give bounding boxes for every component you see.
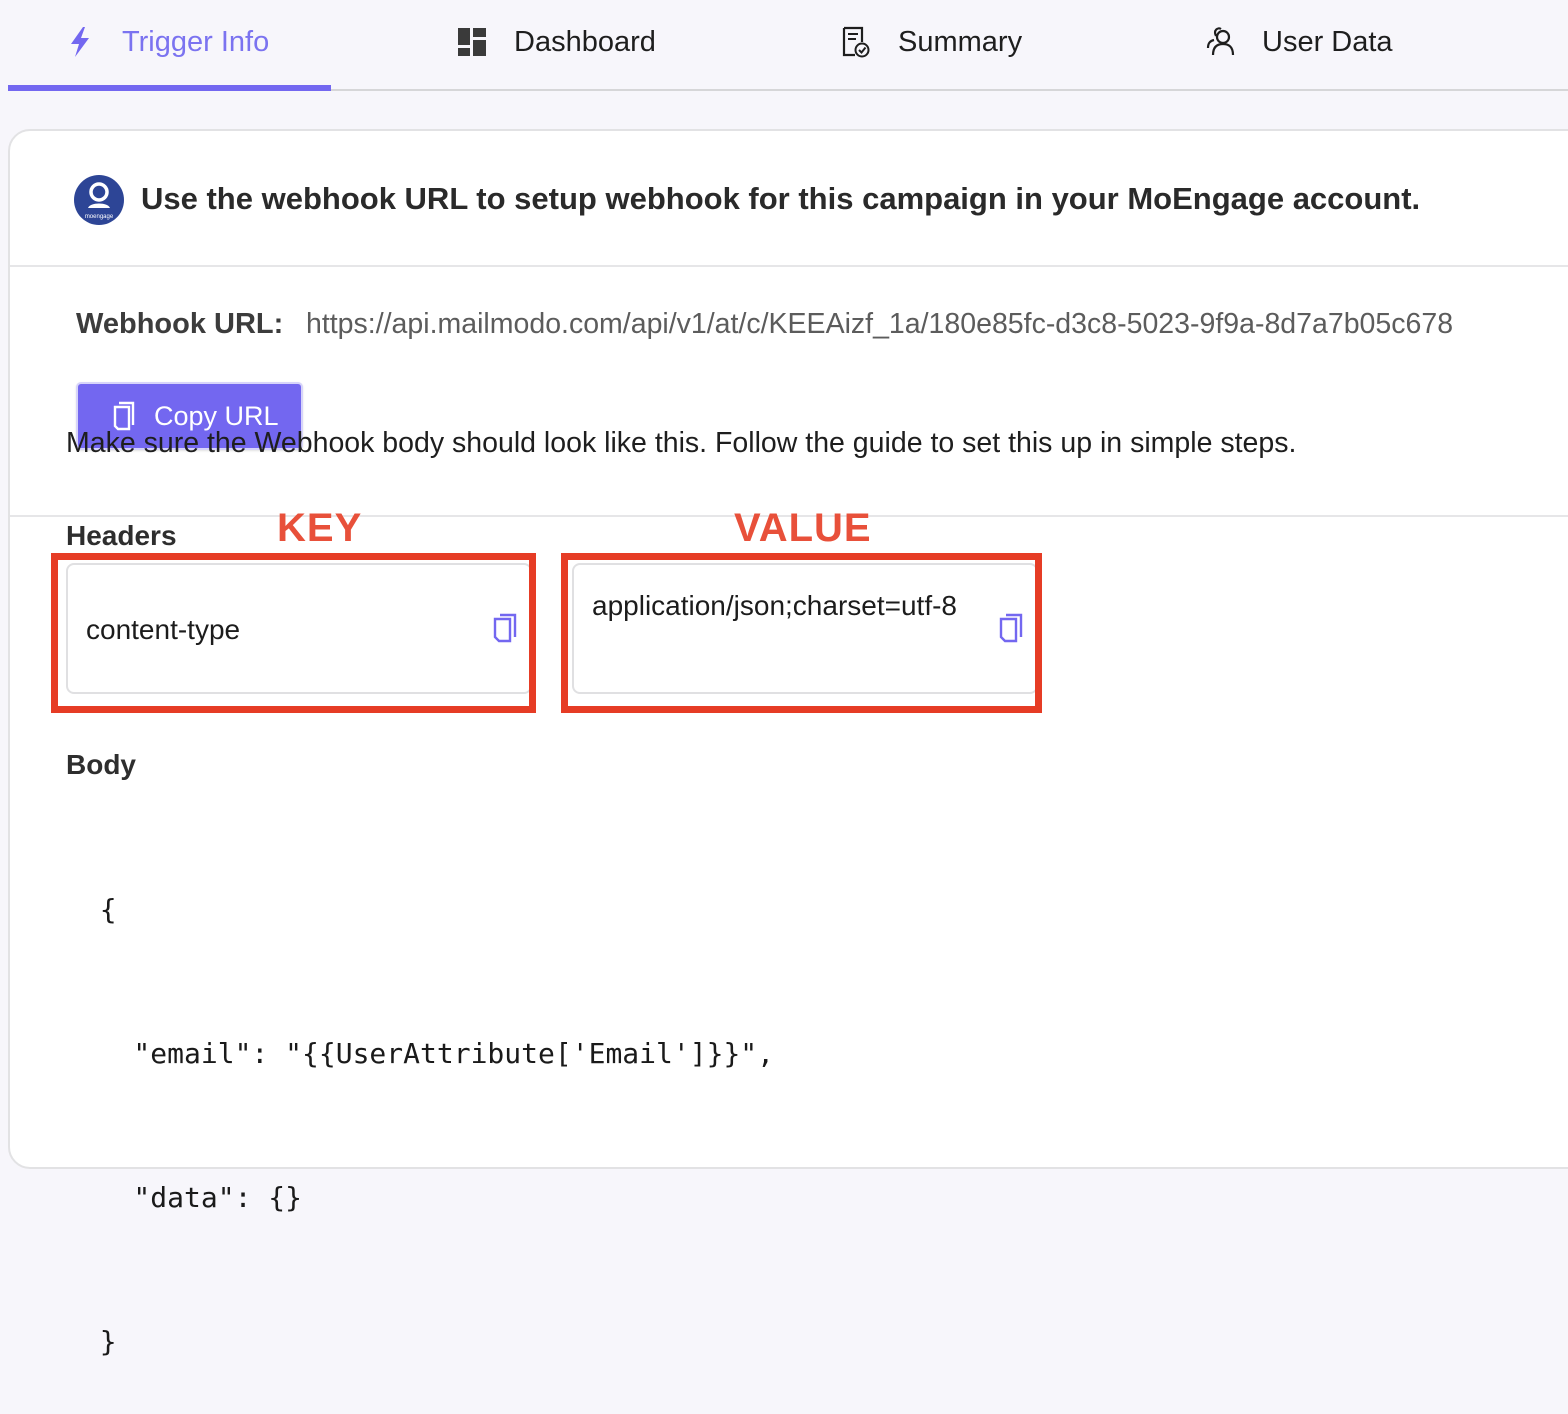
users-icon [1204, 26, 1236, 58]
tab-label: Trigger Info [122, 25, 270, 58]
tab-label: User Data [1262, 25, 1393, 58]
headers-label: Headers [66, 520, 177, 551]
code-line: } [66, 1325, 117, 1358]
code-line: { [66, 893, 117, 926]
code-line: "email": "{{UserAttribute['Email']}}", [66, 1037, 775, 1070]
header-message: Use the webhook URL to setup webhook for… [141, 181, 1421, 216]
dashboard-icon [456, 26, 488, 58]
tab-dashboard[interactable]: Dashboard [456, 18, 656, 66]
code-line: "data": {} [66, 1181, 303, 1214]
value-annotation: VALUE [734, 506, 872, 550]
lightning-icon [64, 26, 96, 58]
body-label: Body [66, 749, 136, 780]
svg-text:moengage: moengage [85, 214, 114, 220]
tab-label: Dashboard [514, 25, 656, 58]
active-tab-indicator [8, 85, 331, 91]
summary-document-icon [840, 26, 872, 58]
tab-summary[interactable]: Summary [840, 18, 1022, 66]
tab-label: Summary [898, 25, 1023, 58]
guide-text: Make sure the Webhook body should look l… [66, 427, 1297, 459]
body-code-block: { "email": "{{UserAttribute['Email']}}",… [66, 790, 774, 1414]
webhook-url-section: Webhook URL: https://api.mailmodo.com/ap… [10, 267, 1568, 517]
key-annotation: KEY [277, 506, 363, 550]
tab-user-data[interactable]: User Data [1204, 18, 1393, 66]
tab-trigger-info[interactable]: Trigger Info [64, 18, 269, 66]
key-highlight-box [51, 553, 536, 713]
card-header: moengage Use the webhook URL to setup we… [10, 131, 1568, 267]
tab-bar: Trigger Info Dashboard Summary User Data [0, 0, 1568, 92]
moengage-logo: moengage [74, 175, 124, 225]
webhook-url-label: Webhook URL: [76, 308, 284, 340]
value-highlight-box [561, 553, 1042, 713]
webhook-url-value[interactable]: https://api.mailmodo.com/api/v1/at/c/KEE… [306, 308, 1453, 341]
